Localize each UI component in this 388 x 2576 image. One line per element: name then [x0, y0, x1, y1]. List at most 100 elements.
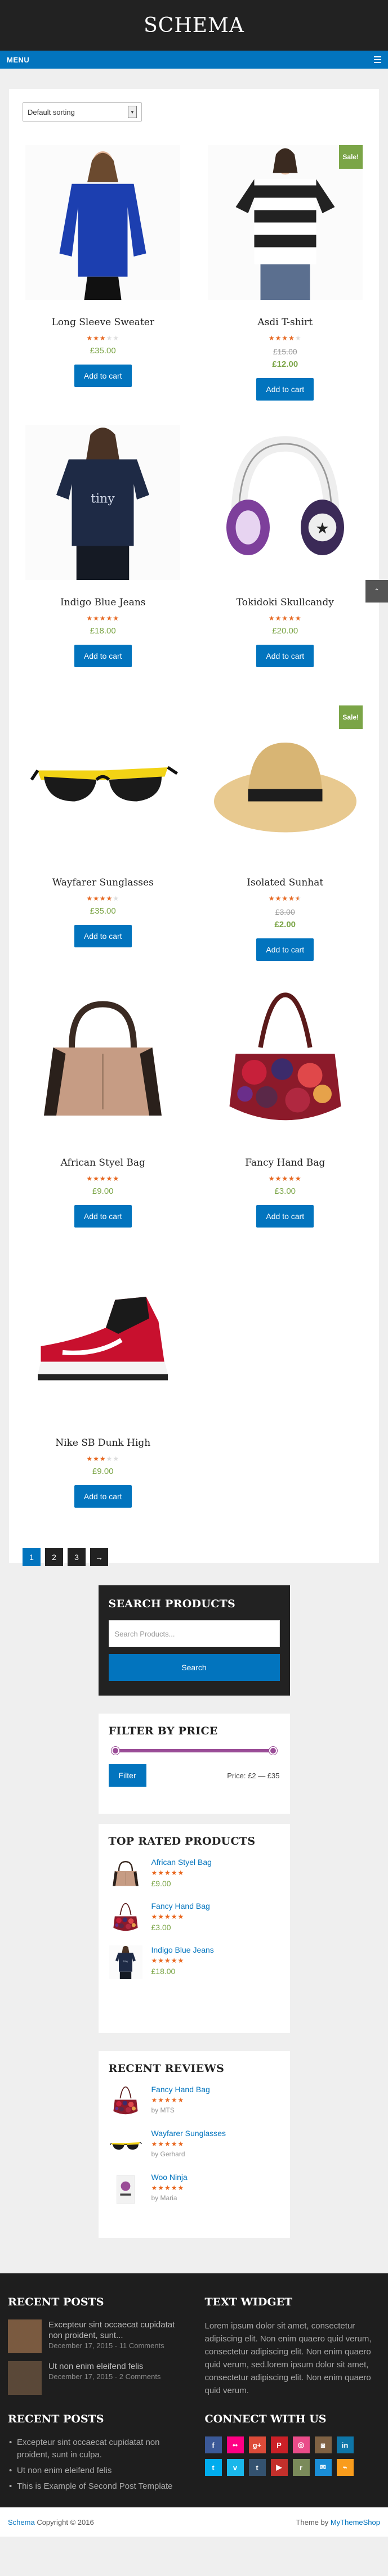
product-thumbnail[interactable]: [108, 2129, 142, 2163]
rating-stars: ★★★★★★★★★★: [86, 894, 120, 902]
recent-post[interactable]: Excepteur sint occaecat cupidatat non pr…: [8, 2319, 184, 2353]
product-thumbnail[interactable]: tiny: [108, 1945, 142, 1979]
product-image[interactable]: [25, 1266, 181, 1420]
product-title[interactable]: Asdi T-shirt: [257, 317, 313, 328]
linkedin-icon[interactable]: in: [336, 2436, 354, 2453]
product-thumbnail[interactable]: [108, 2173, 142, 2206]
post-title[interactable]: Excepteur sint occaecat cupidatat non pr…: [48, 2319, 184, 2341]
product-title[interactable]: Fancy Hand Bag: [245, 1157, 325, 1168]
product-title[interactable]: Indigo Blue Jeans: [60, 597, 146, 608]
vimeo-icon[interactable]: v: [226, 2459, 244, 2476]
page-number-button[interactable]: 2: [45, 1548, 63, 1566]
review-item[interactable]: Wayfarer Sunglasses ★★★★★ by Gerhard: [108, 2129, 280, 2163]
product-image[interactable]: Sale!: [207, 145, 363, 300]
add-to-cart-button[interactable]: Add to cart: [74, 365, 132, 387]
top-rated-item[interactable]: African Styel Bag ★★★★★ £9.00: [108, 1858, 280, 1891]
search-button[interactable]: Search: [108, 1654, 280, 1681]
product-link[interactable]: Fancy Hand Bag: [151, 2085, 210, 2094]
product-link[interactable]: Woo Ninja: [151, 2173, 188, 2182]
add-to-cart-button[interactable]: Add to cart: [256, 378, 314, 401]
search-input[interactable]: Search Products...: [108, 1620, 280, 1647]
dribbble-icon[interactable]: ◎: [292, 2436, 310, 2453]
add-to-cart-button[interactable]: Add to cart: [74, 1205, 132, 1228]
product-link[interactable]: Wayfarer Sunglasses: [151, 2129, 226, 2138]
widget-title: SEARCH PRODUCTS: [108, 1598, 236, 1610]
product-image[interactable]: ★: [207, 425, 363, 580]
product-image[interactable]: [25, 145, 181, 300]
product-card: Nike SB Dunk High ★★★★★★★★★★ £9.00 Add t…: [23, 1266, 184, 1546]
filter-button[interactable]: Filter: [108, 1764, 146, 1787]
site-link[interactable]: Schema: [8, 2518, 35, 2526]
page-number-button[interactable]: 3: [68, 1548, 86, 1566]
next-page-button[interactable]: →: [90, 1548, 108, 1566]
facebook-icon[interactable]: f: [204, 2436, 222, 2453]
product-title[interactable]: African Styel Bag: [61, 1157, 145, 1168]
flickr-icon[interactable]: ••: [226, 2436, 244, 2453]
review-item[interactable]: Woo Ninja ★★★★★ by Maria: [108, 2173, 280, 2206]
youtube-icon[interactable]: ▶: [270, 2459, 288, 2476]
recent-post[interactable]: Ut non enim eleifend felis December 17, …: [8, 2361, 184, 2395]
review-item[interactable]: Fancy Hand Bag ★★★★★ by MTS: [108, 2085, 280, 2119]
recent-post-link[interactable]: Ut non enim eleifend felis: [8, 2465, 184, 2477]
product-title[interactable]: Nike SB Dunk High: [55, 1437, 150, 1449]
product-title[interactable]: Wayfarer Sunglasses: [52, 877, 154, 888]
product-thumbnail[interactable]: [108, 1901, 142, 1935]
add-to-cart-button[interactable]: Add to cart: [74, 1485, 132, 1508]
product-link[interactable]: Fancy Hand Bag: [151, 1901, 210, 1910]
main-nav[interactable]: MENU: [0, 51, 388, 69]
sale-badge: Sale!: [338, 705, 363, 729]
page-number-button[interactable]: 1: [23, 1548, 41, 1566]
hamburger-icon[interactable]: [374, 56, 381, 63]
product-thumbnail[interactable]: [108, 1858, 142, 1891]
recent-post-link[interactable]: This is Example of Second Post Template: [8, 2480, 184, 2493]
product-price: £20.00: [272, 626, 298, 636]
add-to-cart-button[interactable]: Add to cart: [256, 1205, 314, 1228]
product-card: Sale! Asdi T-shirt ★★★★★★★★★★ £15.00 £12…: [205, 145, 366, 425]
product-image[interactable]: [25, 705, 181, 860]
post-title[interactable]: Ut non enim eleifend felis: [48, 2361, 160, 2372]
product-thumbnail[interactable]: [108, 2085, 142, 2119]
top-rated-item[interactable]: Fancy Hand Bag ★★★★★ £3.00: [108, 1901, 280, 1935]
google-plus-icon[interactable]: g+: [248, 2436, 266, 2453]
back-to-top-button[interactable]: ⌃: [365, 580, 388, 603]
add-to-cart-button[interactable]: Add to cart: [74, 645, 132, 667]
price-slider-max-handle[interactable]: [269, 1747, 277, 1755]
product-price: £9.00: [92, 1186, 114, 1196]
top-rated-products-widget: TOP RATED PRODUCTS African Styel Bag ★★★…: [98, 1824, 290, 2033]
add-to-cart-button[interactable]: Add to cart: [74, 925, 132, 947]
recent-reviews-widget: RECENT REVIEWS Fancy Hand Bag ★★★★★ by M…: [98, 2051, 290, 2238]
price-slider-min-handle[interactable]: [111, 1747, 119, 1755]
pinterest-icon[interactable]: P: [270, 2436, 288, 2453]
product-image[interactable]: tiny: [25, 425, 181, 580]
recent-post-link[interactable]: Excepteur sint occaecat cupidatat non pr…: [8, 2436, 184, 2461]
instagram-icon[interactable]: ◙: [314, 2436, 332, 2453]
theme-link[interactable]: MyThemeShop: [331, 2518, 380, 2526]
product-image[interactable]: Sale!: [207, 705, 363, 860]
add-to-cart-button[interactable]: Add to cart: [256, 645, 314, 667]
product-link[interactable]: African Styel Bag: [151, 1858, 212, 1867]
product-title[interactable]: Long Sleeve Sweater: [52, 317, 154, 328]
rss-icon[interactable]: ⌁: [336, 2459, 354, 2476]
copyright-bar: Schema Copyright © 2016 Theme by MyTheme…: [0, 2507, 388, 2537]
add-to-cart-button[interactable]: Add to cart: [256, 938, 314, 961]
post-thumbnail[interactable]: [8, 2361, 42, 2395]
product-title[interactable]: Isolated Sunhat: [247, 877, 323, 888]
post-thumbnail[interactable]: [8, 2319, 42, 2353]
product-title[interactable]: Tokidoki Skullcandy: [237, 597, 334, 608]
sort-select[interactable]: Default sorting ▼: [23, 102, 142, 122]
reddit-icon[interactable]: r: [292, 2459, 310, 2476]
product-image[interactable]: [207, 986, 363, 1140]
price-slider[interactable]: [111, 1747, 277, 1755]
menu-label[interactable]: MENU: [7, 56, 29, 64]
product-image[interactable]: [25, 986, 181, 1140]
product-link[interactable]: Indigo Blue Jeans: [151, 1945, 214, 1954]
twitter-icon[interactable]: t: [204, 2459, 222, 2476]
email-icon[interactable]: ✉: [314, 2459, 332, 2476]
product-card: Long Sleeve Sweater ★★★★★★★★★★ £35.00 Ad…: [23, 145, 184, 425]
site-logo[interactable]: SCHEMA: [144, 14, 244, 37]
tumblr-icon[interactable]: t: [248, 2459, 266, 2476]
top-rated-item[interactable]: tiny Indigo Blue Jeans ★★★★★ £18.00: [108, 1945, 280, 1979]
svg-text:tiny: tiny: [123, 1960, 128, 1963]
review-author: by Maria: [151, 2194, 177, 2202]
product-card: African Styel Bag ★★★★★ ★★★★★ £9.00 Add t…: [23, 986, 184, 1266]
